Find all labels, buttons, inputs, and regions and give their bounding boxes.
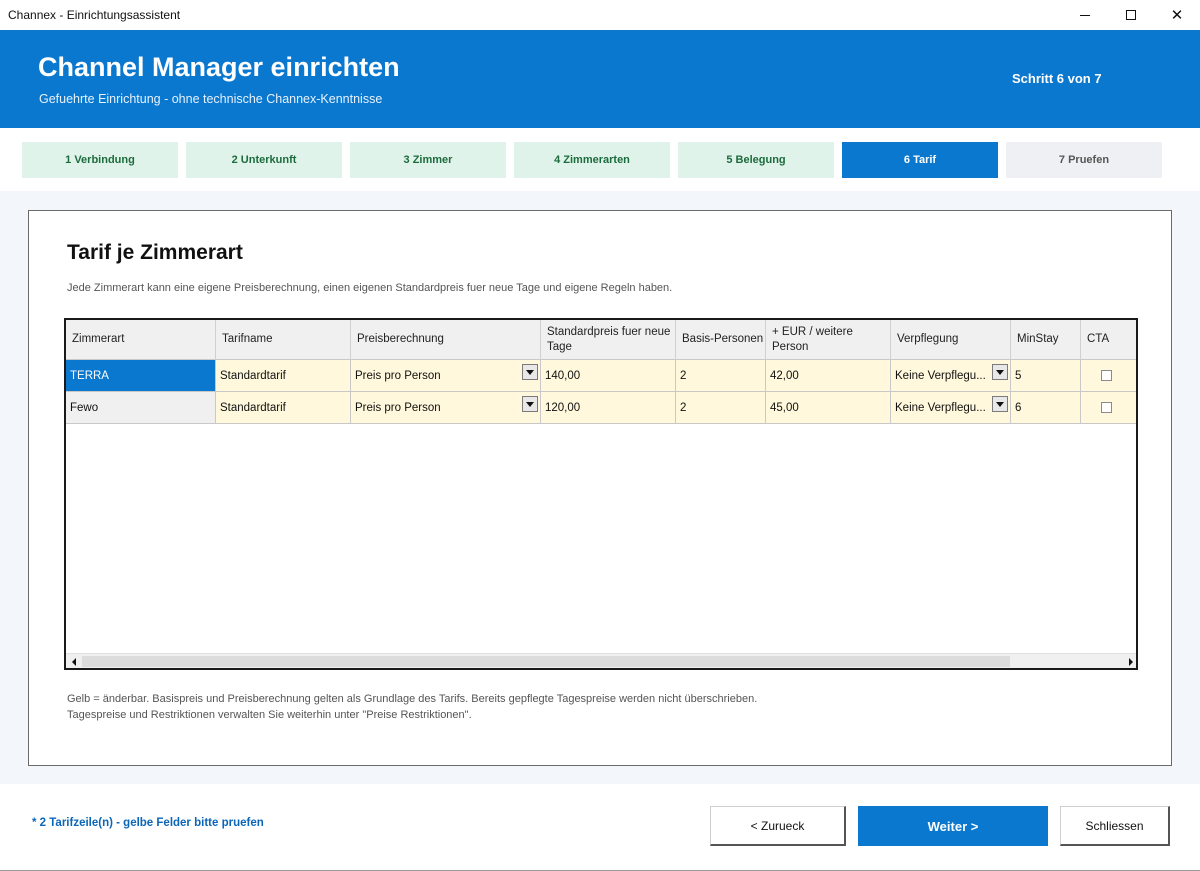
column-header-eur-weitere-person[interactable]: + EUR / weitere Person xyxy=(766,320,891,360)
cell-tarifname[interactable]: Standardtarif xyxy=(216,392,351,424)
column-header-cta[interactable]: CTA xyxy=(1081,320,1136,360)
step-pruefen[interactable]: 7 Pruefen xyxy=(1006,142,1162,178)
page-title: Tarif je Zimmerart xyxy=(67,241,243,264)
scroll-right-icon[interactable] xyxy=(1123,654,1136,668)
step-unterkunft[interactable]: 2 Unterkunft xyxy=(186,142,342,178)
wizard-subtitle: Gefuehrte Einrichtung - ohne technische … xyxy=(39,92,383,106)
horizontal-scrollbar[interactable] xyxy=(66,653,1136,668)
cell-standardpreis[interactable]: 140,00 xyxy=(541,360,676,392)
cell-preisberechnung-value: Preis pro Person xyxy=(355,401,441,414)
column-header-preisberechnung[interactable]: Preisberechnung xyxy=(351,320,541,360)
column-header-basis-personen[interactable]: Basis-Personen xyxy=(676,320,766,360)
cell-cta[interactable] xyxy=(1081,392,1136,424)
cell-minstay[interactable]: 5 xyxy=(1011,360,1081,392)
column-header-standardpreis[interactable]: Standardpreis fuer neue Tage xyxy=(541,320,676,360)
cta-checkbox[interactable] xyxy=(1101,402,1112,413)
column-header-verpflegung[interactable]: Verpflegung xyxy=(891,320,1011,360)
cell-verpflegung[interactable]: Keine Verpflegu... xyxy=(891,392,1011,424)
cell-standardpreis[interactable]: 120,00 xyxy=(541,392,676,424)
dropdown-arrow-icon[interactable] xyxy=(992,396,1008,412)
cell-basis-personen[interactable]: 2 xyxy=(676,360,766,392)
window-titlebar: Channex - Einrichtungsassistent ✕ xyxy=(0,0,1200,30)
wizard-header: Channel Manager einrichten Gefuehrte Ein… xyxy=(0,30,1200,128)
hint-text: Gelb = änderbar. Basispreis und Preisber… xyxy=(67,691,757,723)
maximize-button[interactable] xyxy=(1108,0,1154,30)
scroll-left-icon[interactable] xyxy=(66,654,81,668)
table-row[interactable]: TERRA Standardtarif Preis pro Person 140… xyxy=(66,360,1136,392)
page-description: Jede Zimmerart kann eine eigene Preisber… xyxy=(67,282,673,294)
cell-cta[interactable] xyxy=(1081,360,1136,392)
dropdown-arrow-icon[interactable] xyxy=(992,364,1008,380)
hint-line-2: Tagespreise und Restriktionen verwalten … xyxy=(67,709,472,721)
cell-preisberechnung[interactable]: Preis pro Person xyxy=(351,360,541,392)
dropdown-arrow-icon[interactable] xyxy=(522,364,538,380)
cell-eur-weitere-person[interactable]: 42,00 xyxy=(766,360,891,392)
step-belegung[interactable]: 5 Belegung xyxy=(678,142,834,178)
main-card: Tarif je Zimmerart Jede Zimmerart kann e… xyxy=(28,210,1172,766)
cell-verpflegung-value: Keine Verpflegu... xyxy=(895,369,986,382)
table-row[interactable]: Fewo Standardtarif Preis pro Person 120,… xyxy=(66,392,1136,424)
step-tarif[interactable]: 6 Tarif xyxy=(842,142,998,178)
close-button[interactable]: Schliessen xyxy=(1060,806,1170,846)
cell-eur-weitere-person[interactable]: 45,00 xyxy=(766,392,891,424)
status-message: * 2 Tarifzeile(n) - gelbe Felder bitte p… xyxy=(32,817,264,829)
close-icon: ✕ xyxy=(1170,7,1184,24)
cell-verpflegung[interactable]: Keine Verpflegu... xyxy=(891,360,1011,392)
cell-tarifname[interactable]: Standardtarif xyxy=(216,360,351,392)
cell-minstay[interactable]: 6 xyxy=(1011,392,1081,424)
step-zimmer[interactable]: 3 Zimmer xyxy=(350,142,506,178)
window-title: Channex - Einrichtungsassistent xyxy=(8,8,181,22)
cell-zimmerart[interactable]: TERRA xyxy=(66,360,216,392)
hint-line-1: Gelb = änderbar. Basispreis und Preisber… xyxy=(67,693,758,705)
cell-preisberechnung-value: Preis pro Person xyxy=(355,369,441,382)
step-verbindung[interactable]: 1 Verbindung xyxy=(22,142,178,178)
cell-basis-personen[interactable]: 2 xyxy=(676,392,766,424)
step-zimmerarten[interactable]: 4 Zimmerarten xyxy=(514,142,670,178)
grid-header: Zimmerart Tarifname Preisberechnung Stan… xyxy=(66,320,1136,360)
scrollbar-thumb[interactable] xyxy=(82,656,1010,667)
back-button[interactable]: < Zurueck xyxy=(710,806,846,846)
cta-checkbox[interactable] xyxy=(1101,370,1112,381)
cell-preisberechnung[interactable]: Preis pro Person xyxy=(351,392,541,424)
cell-verpflegung-value: Keine Verpflegu... xyxy=(895,401,986,414)
column-header-minstay[interactable]: MinStay xyxy=(1011,320,1081,360)
cell-zimmerart[interactable]: Fewo xyxy=(66,392,216,424)
minimize-button[interactable] xyxy=(1062,0,1108,30)
column-header-tarifname[interactable]: Tarifname xyxy=(216,320,351,360)
wizard-title: Channel Manager einrichten xyxy=(38,52,400,82)
dropdown-arrow-icon[interactable] xyxy=(522,396,538,412)
step-indicator: Schritt 6 von 7 xyxy=(1012,71,1102,86)
column-header-zimmerart[interactable]: Zimmerart xyxy=(66,320,216,360)
minimize-icon xyxy=(1080,14,1090,16)
close-window-button[interactable]: ✕ xyxy=(1154,0,1200,30)
maximize-icon xyxy=(1126,10,1136,20)
step-bar: 1 Verbindung 2 Unterkunft 3 Zimmer 4 Zim… xyxy=(0,128,1200,191)
tariff-grid[interactable]: Zimmerart Tarifname Preisberechnung Stan… xyxy=(64,318,1138,670)
next-button[interactable]: Weiter > xyxy=(858,806,1048,846)
wizard-footer: * 2 Tarifzeile(n) - gelbe Felder bitte p… xyxy=(0,784,1200,871)
